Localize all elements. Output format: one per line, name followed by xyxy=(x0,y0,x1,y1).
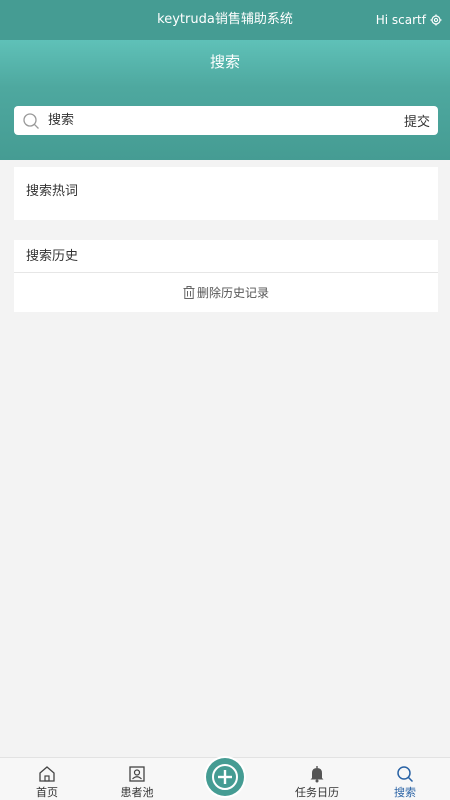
delete-history-label: 删除历史记录 xyxy=(196,285,269,300)
nav-task-calendar-label: 任务日历 xyxy=(295,786,339,799)
home-icon xyxy=(39,766,55,782)
hot-words-card: 搜索热词 xyxy=(14,167,438,220)
delete-history-button[interactable]: 删除历史记录 xyxy=(14,273,438,311)
patient-pool-icon xyxy=(129,766,145,782)
page-title: 搜索 xyxy=(209,53,240,71)
nav-search[interactable]: 搜索 xyxy=(370,764,440,800)
search-icon xyxy=(23,112,39,129)
submit-button[interactable]: 提交 xyxy=(404,111,430,130)
history-title: 搜索历史 xyxy=(14,240,438,273)
search-header: 搜索 提交 xyxy=(0,40,450,160)
nav-patient-pool-label: 患者池 xyxy=(120,786,154,799)
nav-patient-pool[interactable]: 患者池 xyxy=(102,764,172,800)
top-bar: keytruda销售辅助系统 Hi scartf xyxy=(0,0,450,40)
hot-words-title: 搜索热词 xyxy=(26,184,79,199)
search-input[interactable] xyxy=(48,106,404,135)
add-button[interactable] xyxy=(206,758,244,796)
history-card: 搜索历史 删除历史记录 xyxy=(14,240,438,312)
nav-task-calendar[interactable]: 任务日历 xyxy=(282,764,352,800)
search-icon xyxy=(397,766,414,783)
bell-icon xyxy=(310,766,324,783)
add-icon xyxy=(212,764,238,790)
nav-home-label: 首页 xyxy=(36,786,58,799)
user-menu[interactable]: Hi scartf xyxy=(376,0,442,40)
user-greeting: Hi scartf xyxy=(375,13,426,27)
search-bar: 提交 xyxy=(14,106,438,135)
nav-search-label: 搜索 xyxy=(394,786,416,799)
settings-gear-icon[interactable] xyxy=(430,14,442,26)
trash-icon xyxy=(183,285,195,299)
nav-home[interactable]: 首页 xyxy=(12,764,82,800)
